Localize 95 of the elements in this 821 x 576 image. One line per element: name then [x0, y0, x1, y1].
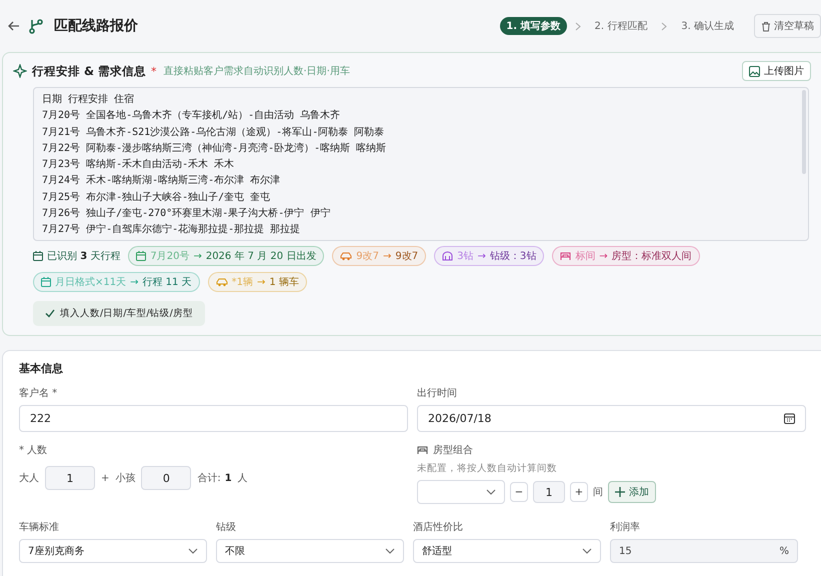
- result-text: 房型：标准双人间: [612, 250, 692, 263]
- decrease-button[interactable]: −: [510, 482, 528, 502]
- calendar-icon: [33, 251, 43, 261]
- arrow: →: [478, 250, 486, 262]
- car-icon: [216, 278, 228, 286]
- detected-text: 月日格式×11天: [55, 276, 126, 289]
- chevron-down-icon: [385, 548, 395, 554]
- arrow: →: [383, 250, 392, 262]
- building-icon: [442, 251, 454, 261]
- section-title: 行程安排 & 需求信息: [32, 64, 146, 78]
- result-text: 1 辆车: [269, 276, 299, 289]
- itinerary-line: 日期 行程安排 住宿: [42, 92, 136, 107]
- step-tab[interactable]: 3. 确认生成: [675, 17, 740, 35]
- back-arrow-icon[interactable]: [8, 20, 20, 32]
- itinerary-line: 7月27号 伊宁-自驾库尔德宁-花海那拉提-那拉提 那拉提: [42, 222, 302, 238]
- calendar-icon: [41, 277, 51, 287]
- detected-text: 标间: [575, 250, 596, 263]
- dropdown-select[interactable]: 7座别克商务: [19, 539, 207, 563]
- result-text: 2026 年 7 月 20 日出发: [206, 250, 316, 263]
- field-label: 酒店性价比: [413, 520, 464, 534]
- customer-name-field[interactable]: 222: [19, 405, 408, 432]
- calendar-icon[interactable]: [784, 413, 795, 424]
- image-icon: [749, 66, 760, 76]
- itinerary-text-area[interactable]: [33, 87, 809, 241]
- field-label: 出行时间: [417, 386, 458, 400]
- room-unit: 间: [593, 486, 603, 499]
- hint-text: 直接粘贴客户需求自动识别人数·日期·用车: [164, 64, 350, 78]
- arrow: →: [130, 276, 138, 288]
- child-label: 小孩: [115, 472, 136, 485]
- trash-icon: [761, 20, 771, 32]
- field-value: 15: [619, 546, 632, 556]
- percent-unit: %: [779, 546, 789, 556]
- check-icon: [45, 309, 55, 318]
- itinerary-line: 7月20号 全国各地-乌鲁木齐（专车接机/站）-自由活动 乌鲁木齐: [42, 108, 342, 124]
- car-icon: [340, 252, 352, 260]
- select-value: 7座别克商务: [28, 544, 84, 558]
- step-tab[interactable]: 1. 填写参数: [500, 17, 567, 35]
- plus-sign: +: [101, 472, 110, 484]
- arrow: →: [599, 250, 608, 262]
- select-value: 不限: [225, 545, 245, 558]
- total-value: 1: [224, 472, 232, 484]
- detected-text: *1辆: [232, 276, 253, 289]
- plus-icon: [615, 487, 625, 497]
- apply-button[interactable]: 填入人数/日期/车型/钻级/房型: [33, 301, 205, 326]
- chevron-icon: [574, 22, 581, 30]
- itinerary-line: 7月23号 喀纳斯-禾木自由活动-禾木 禾木: [42, 158, 236, 172]
- sparkle-icon: [13, 64, 27, 78]
- branch-icon: [28, 18, 44, 34]
- bed-icon: [560, 251, 572, 261]
- adult-label: 大人: [19, 472, 39, 485]
- clear-draft-button[interactable]: 清空草稿: [754, 14, 821, 38]
- room-count-field[interactable]: 1: [533, 481, 565, 503]
- result-text: 9改7: [395, 250, 418, 263]
- result-text: 钻级：3钻: [490, 250, 536, 263]
- itinerary-line: 7月24号 禾木-喀纳斯湖-喀纳斯三湾-布尔津 布尔津: [42, 174, 282, 188]
- chevron-icon: [661, 22, 668, 30]
- page-title: 匹配线路报价: [54, 17, 138, 35]
- chevron-down-icon: [188, 548, 198, 554]
- field-label: 钻级: [216, 521, 237, 534]
- detected-text: 7月20号: [150, 250, 190, 263]
- calendar-icon: [136, 251, 146, 261]
- total-label: 合计:: [197, 472, 221, 485]
- adult-count-field[interactable]: 1: [45, 466, 95, 490]
- bed-icon: [417, 445, 428, 455]
- itinerary-line: 7月22号 阿勒泰-漫步喀纳斯三湾（神仙湾-月亮湾-卧龙湾）-喀纳斯 喀纳斯: [42, 142, 388, 156]
- dropdown-select[interactable]: 舒适型: [413, 539, 601, 563]
- section-title: 基本信息: [19, 361, 64, 376]
- profit-rate-field[interactable]: 15 %: [610, 539, 798, 563]
- field-label: 利润率: [610, 520, 641, 534]
- child-count-field[interactable]: 0: [141, 466, 192, 490]
- room-hint: 未配置，将按人数自动计算间数: [417, 462, 558, 475]
- result-text: 行程 11 天: [142, 276, 192, 289]
- travel-date-field[interactable]: 2026/07/18: [417, 405, 806, 432]
- dropdown-select[interactable]: 不限: [216, 539, 404, 563]
- field-label: 房型组合: [433, 444, 473, 457]
- add-button[interactable]: 添加: [608, 481, 656, 503]
- field-label: * 人数: [19, 444, 48, 457]
- arrow: →: [193, 250, 202, 262]
- increase-button[interactable]: +: [570, 482, 588, 502]
- chevron-down-icon: [582, 548, 592, 554]
- itinerary-line: 7月21号 乌鲁木齐-S21沙漠公路-乌伦古湖（途观）-将军山-阿勒泰 阿勒泰: [42, 126, 386, 140]
- detected-text: 9改7: [356, 250, 379, 263]
- step-tab[interactable]: 2. 行程匹配: [588, 17, 654, 35]
- upload-image-button[interactable]: 上传图片: [742, 61, 811, 81]
- arrow: →: [256, 276, 266, 288]
- total-unit: 人: [238, 472, 248, 485]
- select-value: 舒适型: [422, 544, 452, 558]
- itinerary-line: 7月26号 独山子/奎屯-270°环赛里木湖-果子沟大桥-伊宁 伊宁: [42, 206, 332, 222]
- field-label: 客户名 *: [19, 386, 58, 400]
- detected-text: 3钻: [457, 250, 474, 263]
- summary-text: 已识别 3 天行程: [47, 250, 120, 263]
- required-mark: *: [151, 64, 157, 78]
- itinerary-line: 7月25号 布尔津-独山子大峡谷-独山子/奎屯 奎屯: [42, 190, 272, 205]
- chevron-down-icon: [486, 489, 496, 495]
- field-label: 车辆标准: [19, 520, 60, 534]
